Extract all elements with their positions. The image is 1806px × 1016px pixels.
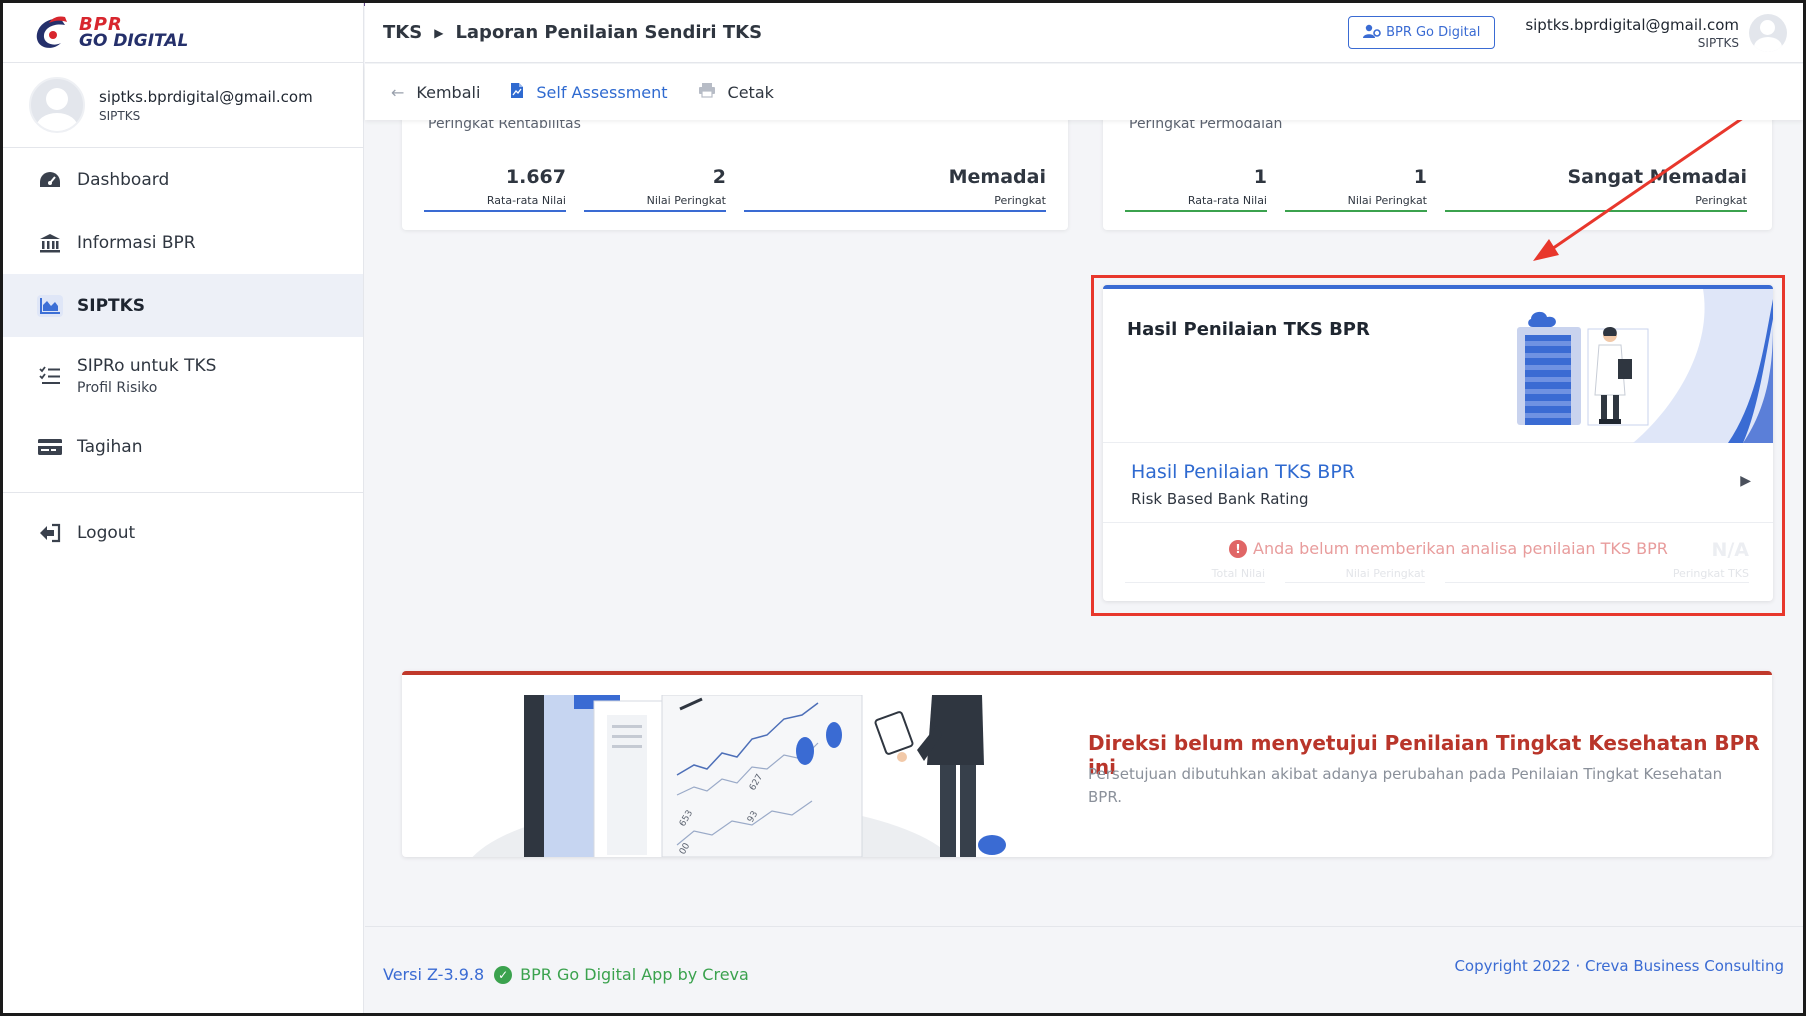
sidebar-divider xyxy=(3,492,363,493)
app-credit: BPR Go Digital App by Creva xyxy=(520,965,749,984)
analytics-illustration: 653 627 93 00 xyxy=(472,695,1006,857)
logo-line-2: GO DIGITAL xyxy=(79,30,189,51)
checklist-icon xyxy=(37,365,63,387)
sidebar-item-informasi-bpr[interactable]: Informasi BPR xyxy=(3,211,363,274)
sidebar-item-label: Dashboard xyxy=(77,169,170,190)
rentabilitas-avg-label: Rata-rata Nilai xyxy=(424,194,566,212)
rentabilitas-rating-value: Memadai xyxy=(948,166,1046,188)
chevron-right-icon[interactable]: ▶ xyxy=(1740,473,1751,489)
rentabilitas-score-label: Nilai Peringkat xyxy=(584,194,726,212)
billing-card-icon xyxy=(37,436,63,458)
exclamation-icon: ! xyxy=(1229,539,1247,558)
dashboard-icon xyxy=(37,169,63,191)
sidebar-item-siptks[interactable]: SIPTKS xyxy=(3,274,363,337)
sidebar-item-label: Logout xyxy=(77,522,136,543)
approval-notice-card: 653 627 93 00 Direksi belum menyetujui P… xyxy=(402,671,1772,857)
version-info: Versi Z-3.9.8 ✓ BPR Go Digital App by Cr… xyxy=(383,965,749,984)
warning-text: Anda belum memberikan analisa penilaian … xyxy=(1253,539,1668,558)
action-toolbar: ← Kembali Self Assessment Cetak xyxy=(365,64,1803,120)
sidebar-item-label: SIPTKS xyxy=(77,295,146,316)
sidebar-profile[interactable]: siptks.bprdigital@gmail.com SIPTKS xyxy=(3,63,363,148)
permodalan-rating: Sangat Memadai Peringkat xyxy=(1445,166,1747,212)
breadcrumb-caret-icon: ▶ xyxy=(434,25,444,40)
bpr-go-digital-label: BPR Go Digital xyxy=(1386,25,1481,40)
logo-wordmark: BPR GO DIGITAL xyxy=(79,15,189,51)
sidebar-item-label: Informasi BPR xyxy=(77,232,196,253)
user-cog-icon xyxy=(1363,24,1381,42)
breadcrumb-root[interactable]: TKS xyxy=(383,22,422,43)
rentabilitas-score-value: 2 xyxy=(712,166,726,188)
back-label: Kembali xyxy=(416,82,481,102)
copyright-link[interactable]: Copyright 2022 · Creva Business Consulti… xyxy=(1454,957,1784,975)
bank-icon xyxy=(37,232,63,254)
permodalan-card: Peringkat Permodalan 1 Rata-rata Nilai 1… xyxy=(1103,108,1772,230)
arrow-left-icon: ← xyxy=(391,82,405,102)
permodalan-score-value: 1 xyxy=(1413,166,1427,188)
sidebar-item-label: Tagihan xyxy=(77,436,143,457)
app-window: BPR GO DIGITAL siptks.bprdigital@gmail.c… xyxy=(3,3,1803,1013)
sidebar-item-dashboard[interactable]: Dashboard xyxy=(3,148,363,211)
ghost-rating-label: Peringkat TKS xyxy=(1445,567,1749,583)
profile-role: SIPTKS xyxy=(99,108,141,123)
page-footer: Versi Z-3.9.8 ✓ BPR Go Digital App by Cr… xyxy=(365,926,1803,1013)
version-label: Versi Z-3.9.8 xyxy=(383,965,485,984)
print-button[interactable]: Cetak xyxy=(698,82,774,102)
rentabilitas-card: Peringkat Rentabilitas 1.667 Rata-rata N… xyxy=(402,108,1068,230)
permodalan-score: 1 Nilai Peringkat xyxy=(1285,166,1427,212)
self-assessment-button[interactable]: Self Assessment xyxy=(510,82,668,103)
permodalan-avg: 1 Rata-rata Nilai xyxy=(1125,166,1267,212)
chart-area-icon xyxy=(37,294,63,317)
no-analysis-warning: ! Anda belum memberikan analisa penilaia… xyxy=(1229,539,1668,558)
hasil-header: Hasil Penilaian TKS BPR xyxy=(1103,289,1773,443)
rentabilitas-avg-value: 1.667 xyxy=(505,166,566,188)
header-avatar[interactable] xyxy=(1749,13,1787,52)
sidebar-item-logout[interactable]: Logout xyxy=(3,501,363,564)
hasil-summary: Total Nilai Nilai Peringkat N/A Peringka… xyxy=(1103,523,1773,601)
bpr-go-digital-button[interactable]: BPR Go Digital xyxy=(1348,16,1496,49)
page-title: Laporan Penilaian Sendiri TKS xyxy=(455,22,763,43)
server-doctor-illustration xyxy=(1473,289,1773,443)
permodalan-rating-value: Sangat Memadai xyxy=(1567,166,1748,188)
sidebar-item-tagihan[interactable]: Tagihan xyxy=(3,415,363,478)
sidebar: BPR GO DIGITAL siptks.bprdigital@gmail.c… xyxy=(3,3,364,1013)
permodalan-avg-value: 1 xyxy=(1253,166,1267,188)
hasil-title: Hasil Penilaian TKS BPR xyxy=(1127,319,1370,340)
logout-icon xyxy=(37,522,63,544)
top-header: TKS ▶ Laporan Penilaian Sendiri TKS BPR … xyxy=(365,3,1803,63)
sidebar-nav: Dashboard Informasi BPR SIPTKS SIPRo unt… xyxy=(3,148,363,478)
hasil-link[interactable]: Hasil Penilaian TKS BPR xyxy=(1131,461,1355,483)
rentabilitas-score: 2 Nilai Peringkat xyxy=(584,166,726,212)
document-chart-icon xyxy=(510,82,524,103)
ghost-na-value: N/A xyxy=(1711,539,1749,561)
sidebar-item-sublabel: Profil Risiko xyxy=(77,380,158,396)
permodalan-score-label: Nilai Peringkat xyxy=(1285,194,1427,212)
permodalan-avg-label: Rata-rata Nilai xyxy=(1125,194,1267,212)
rentabilitas-rating: Memadai Peringkat xyxy=(744,166,1046,212)
header-user[interactable]: siptks.bprdigital@gmail.com SIPTKS xyxy=(1525,16,1739,50)
profile-email: siptks.bprdigital@gmail.com xyxy=(99,87,313,106)
header-user-email: siptks.bprdigital@gmail.com xyxy=(1525,15,1739,34)
rentabilitas-avg: 1.667 Rata-rata Nilai xyxy=(424,166,566,212)
avatar xyxy=(29,77,85,133)
hasil-link-row[interactable]: Hasil Penilaian TKS BPR Risk Based Bank … xyxy=(1103,443,1773,523)
back-button[interactable]: ← Kembali xyxy=(391,83,480,102)
brand-logo[interactable]: BPR GO DIGITAL xyxy=(3,3,363,63)
ghost-score-label: Nilai Peringkat xyxy=(1285,567,1425,583)
logo-swoosh-icon xyxy=(31,13,75,53)
hasil-penilaian-card: Hasil Penilaian TKS BPR Hasil Penilaian … xyxy=(1103,285,1773,601)
print-label: Cetak xyxy=(727,82,774,102)
check-circle-icon: ✓ xyxy=(494,965,513,984)
hasil-link-subtitle: Risk Based Bank Rating xyxy=(1131,490,1309,508)
rentabilitas-rating-label: Peringkat xyxy=(744,194,1046,212)
approval-description: Persetujuan dibutuhkan akibat adanya per… xyxy=(1088,765,1723,806)
breadcrumb: TKS ▶ Laporan Penilaian Sendiri TKS xyxy=(383,22,762,43)
self-assessment-label: Self Assessment xyxy=(536,82,668,102)
sidebar-item-label: SIPRo untuk TKS xyxy=(77,356,217,376)
permodalan-rating-label: Peringkat xyxy=(1445,194,1747,212)
printer-icon xyxy=(698,82,716,102)
sidebar-item-sipro[interactable]: SIPRo untuk TKS Profil Risiko xyxy=(3,337,363,415)
header-user-role: SIPTKS xyxy=(1697,35,1739,50)
ghost-total-label: Total Nilai xyxy=(1125,567,1265,583)
